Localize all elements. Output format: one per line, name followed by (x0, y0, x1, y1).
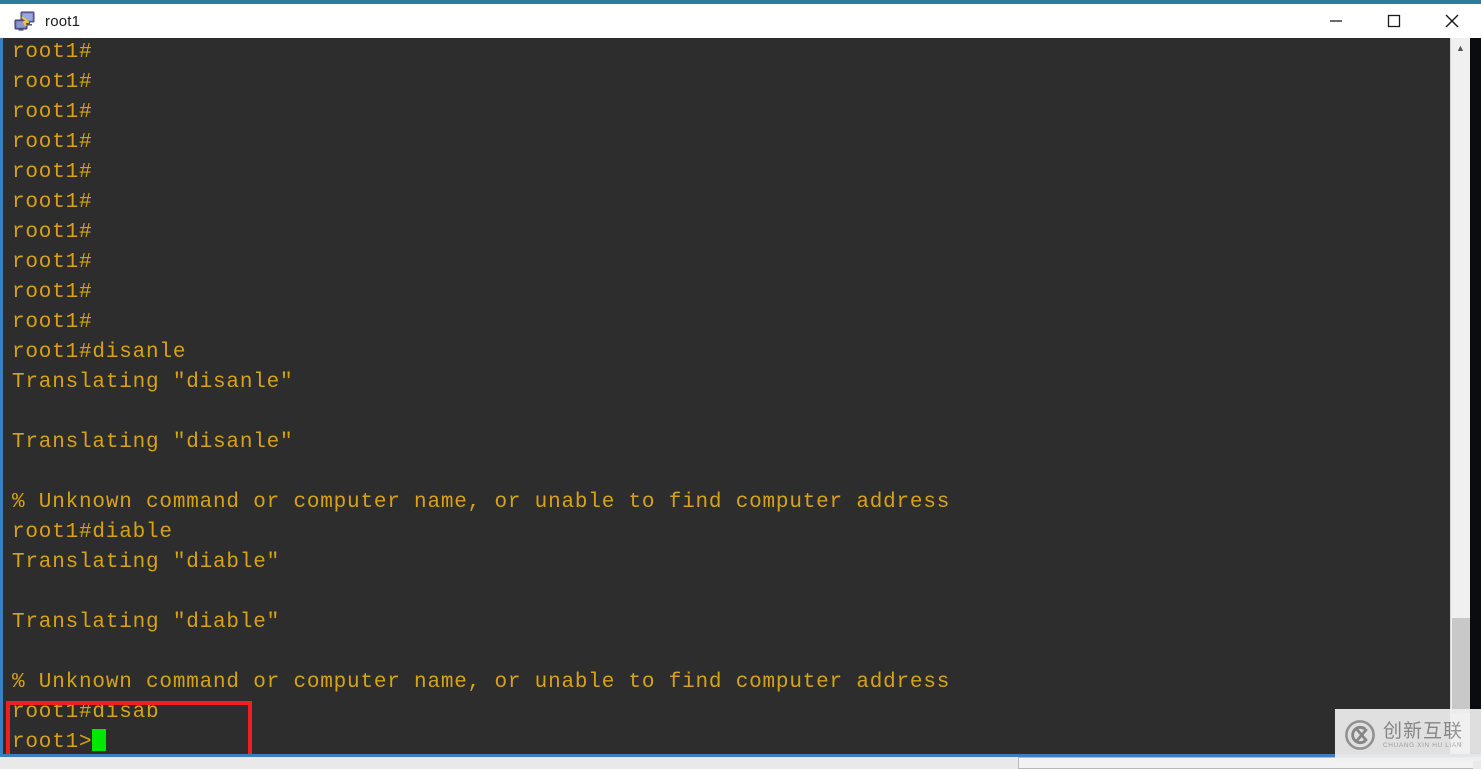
terminal-line: Translating "diable" (12, 611, 281, 634)
maximize-button[interactable] (1365, 4, 1423, 38)
terminal-right-edge (1470, 38, 1481, 754)
watermark-pinyin: CHUANG XIN HU LIAN (1383, 741, 1463, 749)
bottom-strip (0, 754, 1481, 769)
terminal-prompt-line: root1> (3, 728, 1440, 754)
window-controls (1307, 4, 1481, 38)
terminal-line: root1#disanle (12, 341, 187, 364)
vertical-scrollbar[interactable]: ▲ ▼ (1450, 38, 1470, 754)
scroll-up-arrow-icon[interactable]: ▲ (1451, 38, 1470, 58)
watermark-chinese: 创新互联 (1383, 719, 1464, 742)
terminal-line: root1# (12, 161, 93, 184)
terminal-line: root1# (12, 191, 93, 214)
terminal-line: % Unknown command or computer name, or u… (12, 671, 951, 694)
terminal-window: root1 root1# root1# root1# root1# root1#… (0, 0, 1481, 769)
close-icon (1445, 14, 1459, 28)
watermark: 创新互联 CHUANG XIN HU LIAN (1335, 709, 1481, 761)
terminal-line: root1# (12, 251, 93, 274)
terminal-line: root1#disab (12, 701, 160, 724)
terminal-body[interactable]: root1# root1# root1# root1# root1# root1# root… (0, 38, 1481, 769)
terminal-line: root1# (12, 41, 93, 64)
title-bar: root1 (0, 0, 1481, 38)
terminal-line: root1# (12, 71, 93, 94)
text-cursor (92, 729, 107, 751)
minimize-icon (1330, 20, 1342, 22)
terminal-line: % Unknown command or computer name, or u… (12, 491, 951, 514)
prompt-text: root1> (12, 731, 93, 754)
remote-desktop-icon (14, 10, 36, 32)
terminal-line: root1#diable (12, 521, 173, 544)
terminal-line: Translating "disanle" (12, 431, 294, 454)
minimize-button[interactable] (1307, 4, 1365, 38)
terminal-line: root1# (12, 101, 93, 124)
terminal-line: root1# (12, 221, 93, 244)
terminal-output[interactable]: root1# root1# root1# root1# root1# root1# root… (3, 38, 1440, 754)
terminal-line: root1# (12, 131, 93, 154)
maximize-icon (1387, 14, 1401, 28)
vertical-scrollbar-thumb[interactable] (1452, 618, 1470, 713)
terminal-line: root1# (12, 311, 93, 334)
cx-circle-logo (1345, 720, 1375, 750)
terminal-line: Translating "disanle" (12, 371, 294, 394)
close-button[interactable] (1423, 4, 1481, 38)
window-title: root1 (45, 12, 81, 30)
watermark-text: 创新互联 CHUANG XIN HU LIAN (1383, 721, 1463, 750)
terminal-line: Translating "diable" (12, 551, 281, 574)
terminal-line-list: root1# root1# root1# root1# root1# root1# root… (3, 38, 1440, 728)
terminal-line: root1# (12, 281, 93, 304)
